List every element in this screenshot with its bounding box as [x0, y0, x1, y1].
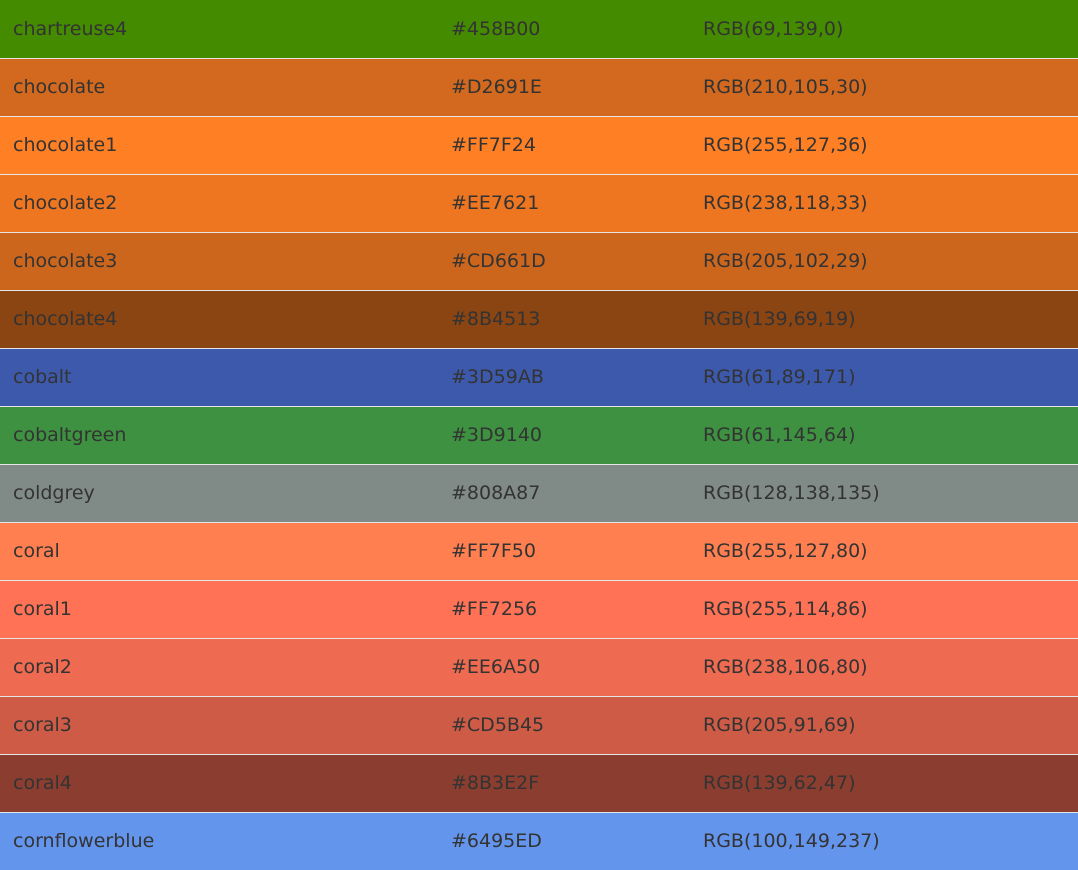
color-name: chocolate [0, 57, 451, 116]
color-hex: #D2691E [451, 57, 703, 116]
color-row: cobaltgreen #3D9140 RGB(61,145,64) [0, 405, 1078, 464]
color-row: cobalt #3D59AB RGB(61,89,171) [0, 347, 1078, 406]
color-rgb: RGB(128,138,135) [703, 463, 1078, 522]
color-row: coral4 #8B3E2F RGB(139,62,47) [0, 753, 1078, 812]
color-hex: #CD661D [451, 231, 703, 290]
color-name: chocolate1 [0, 115, 451, 174]
color-row: chocolate2 #EE7621 RGB(238,118,33) [0, 173, 1078, 232]
color-rgb: RGB(139,69,19) [703, 289, 1078, 348]
color-name: chartreuse4 [13, 17, 128, 40]
color-hex: #8B4513 [451, 289, 703, 348]
color-hex: #3D9140 [451, 405, 703, 464]
color-row: coldgrey #808A87 RGB(128,138,135) [0, 463, 1078, 522]
color-rgb: RGB(205,91,69) [703, 695, 1078, 754]
color-name: cobaltgreen [0, 405, 451, 464]
color-rgb: RGB(238,106,80) [703, 637, 1078, 696]
color-hex: #EE7621 [451, 173, 703, 232]
color-hex: #3D59AB [451, 347, 703, 406]
color-hex: #FF7F50 [451, 521, 703, 580]
color-name: coral2 [0, 637, 451, 696]
color-name: coldgrey [0, 463, 451, 522]
color-rgb: RGB(238,118,33) [703, 173, 1078, 232]
color-row: chocolate #D2691E RGB(210,105,30) [0, 57, 1078, 116]
color-row: coral3 #CD5B45 RGB(205,91,69) [0, 695, 1078, 754]
color-name: coral [0, 521, 451, 580]
color-rgb: RGB(205,102,29) [703, 231, 1078, 290]
color-name: cobalt [0, 347, 451, 406]
color-rgb: RGB(255,127,36) [703, 115, 1078, 174]
color-name: chocolate4 [0, 289, 451, 348]
color-rgb: RGB(69,139,0) [703, 17, 844, 40]
color-hex: #FF7F24 [451, 115, 703, 174]
color-rgb: RGB(100,149,237) [703, 811, 1078, 870]
color-rgb: RGB(139,62,47) [703, 753, 1078, 812]
color-rgb: RGB(210,105,30) [703, 57, 1078, 116]
color-row: chocolate1 #FF7F24 RGB(255,127,36) [0, 115, 1078, 174]
color-name: coral3 [0, 695, 451, 754]
color-row: coral #FF7F50 RGB(255,127,80) [0, 521, 1078, 580]
color-name: chocolate2 [0, 173, 451, 232]
color-row: coral2 #EE6A50 RGB(238,106,80) [0, 637, 1078, 696]
color-rgb: RGB(255,114,86) [703, 579, 1078, 638]
color-rgb: RGB(61,145,64) [703, 405, 1078, 464]
color-row: coral1 #FF7256 RGB(255,114,86) [0, 579, 1078, 638]
color-rgb: RGB(255,127,80) [703, 521, 1078, 580]
color-name: coral1 [0, 579, 451, 638]
color-name: cornflowerblue [0, 811, 451, 870]
color-hex: #808A87 [451, 463, 703, 522]
color-rgb: RGB(61,89,171) [703, 347, 1078, 406]
color-row: chocolate3 #CD661D RGB(205,102,29) [0, 231, 1078, 290]
color-hex: #458B00 [451, 17, 541, 40]
color-hex: #EE6A50 [451, 637, 703, 696]
color-name: coral4 [0, 753, 451, 812]
color-table: chartreuse4 #458B00 RGB(69,139,0) chocol… [0, 0, 1078, 870]
color-row: chartreuse4 #458B00 RGB(69,139,0) [0, 0, 1078, 58]
color-hex: #FF7256 [451, 579, 703, 638]
color-row: chocolate4 #8B4513 RGB(139,69,19) [0, 289, 1078, 348]
color-hex: #6495ED [451, 811, 703, 870]
color-name: chocolate3 [0, 231, 451, 290]
color-hex: #8B3E2F [451, 753, 703, 812]
color-row: cornflowerblue #6495ED RGB(100,149,237) [0, 811, 1078, 870]
color-hex: #CD5B45 [451, 695, 703, 754]
